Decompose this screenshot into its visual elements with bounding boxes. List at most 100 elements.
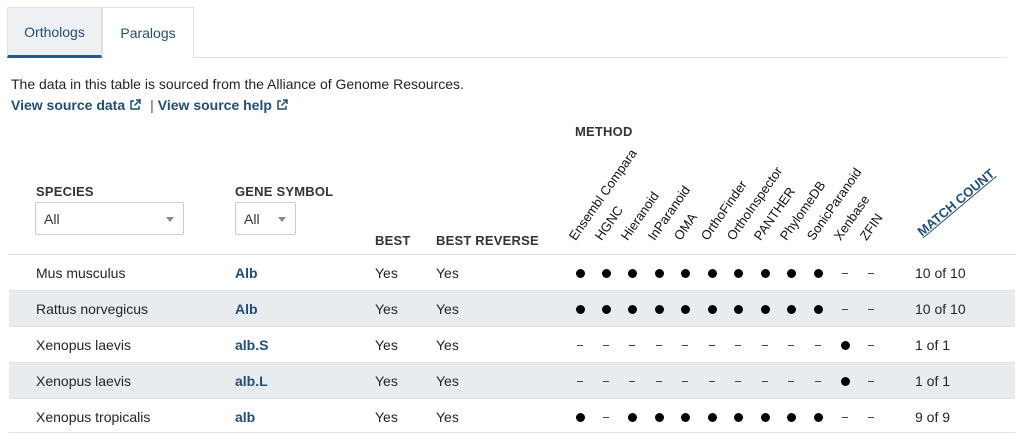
intro-text: The data in this table is sourced from t… <box>11 76 464 92</box>
method-cell <box>599 363 613 399</box>
method-cell <box>731 291 745 327</box>
gene-symbol-link[interactable]: alb.S <box>235 337 268 353</box>
method-cell <box>811 327 825 363</box>
method-cell <box>811 255 825 291</box>
method-cell <box>573 399 587 435</box>
gene-symbol-link[interactable]: alb <box>235 409 255 425</box>
best-cell: Yes <box>375 409 398 425</box>
view-source-help-link[interactable]: View source help <box>158 97 288 113</box>
method-header: METHOD <box>575 124 633 139</box>
species-filter-select[interactable]: All <box>35 202 184 235</box>
match-dot-icon <box>627 305 637 314</box>
match-dot-icon <box>813 305 823 314</box>
best-header: BEST <box>375 233 411 248</box>
method-cell <box>838 255 852 291</box>
best-cell: Yes <box>375 301 398 317</box>
species-cell: Rattus norvegicus <box>36 301 149 317</box>
method-cell <box>678 327 692 363</box>
no-match-dash-icon <box>842 417 848 418</box>
gene-symbol-header: GENE SYMBOL <box>235 184 334 199</box>
method-cell <box>811 363 825 399</box>
table-row: Xenopus tropicalis alb Yes Yes 9 of 9 <box>9 398 1015 434</box>
method-cell <box>731 363 745 399</box>
no-match-dash-icon <box>735 381 741 382</box>
species-cell: Xenopus laevis <box>36 373 131 389</box>
match-dot-icon <box>680 305 690 314</box>
method-cell <box>599 291 613 327</box>
no-match-dash-icon <box>788 381 794 382</box>
method-cell <box>678 291 692 327</box>
no-match-dash-icon <box>682 381 688 382</box>
no-match-dash-icon <box>868 273 874 274</box>
no-match-dash-icon <box>577 345 583 346</box>
method-cell <box>864 327 878 363</box>
match-dot-icon <box>707 413 717 422</box>
gene-symbol-link[interactable]: Alb <box>235 301 258 317</box>
best-cell: Yes <box>375 337 398 353</box>
method-cell <box>625 327 639 363</box>
match-dot-icon <box>627 269 637 278</box>
method-cell <box>784 291 798 327</box>
gene-symbol-link[interactable]: Alb <box>235 265 258 281</box>
match-dot-icon <box>840 341 850 350</box>
match-count-cell: 1 of 1 <box>915 337 951 353</box>
method-cell <box>784 363 798 399</box>
no-match-dash-icon <box>629 345 635 346</box>
best-cell: Yes <box>375 373 398 389</box>
tab-bar: Orthologs Paralogs <box>7 7 1006 58</box>
method-cell <box>811 291 825 327</box>
tab-orthologs[interactable]: Orthologs <box>7 7 102 58</box>
no-match-dash-icon <box>709 381 715 382</box>
match-dot-icon <box>760 269 770 278</box>
no-match-dash-icon <box>709 345 715 346</box>
no-match-dash-icon <box>656 345 662 346</box>
match-dot-icon <box>680 269 690 278</box>
match-dot-icon <box>654 269 664 278</box>
method-cell <box>599 399 613 435</box>
method-cell <box>573 363 587 399</box>
method-cell <box>864 255 878 291</box>
method-cell <box>599 255 613 291</box>
method-cell <box>652 399 666 435</box>
no-match-dash-icon <box>762 345 768 346</box>
view-source-data-label: View source data <box>11 97 126 113</box>
method-cell <box>625 363 639 399</box>
species-cell: Xenopus laevis <box>36 337 131 353</box>
tab-paralogs[interactable]: Paralogs <box>102 7 194 58</box>
match-dot-icon <box>575 305 585 314</box>
method-cell <box>838 399 852 435</box>
gene-symbol-link[interactable]: alb.L <box>235 373 268 389</box>
best-reverse-cell: Yes <box>436 265 459 281</box>
no-match-dash-icon <box>868 381 874 382</box>
no-match-dash-icon <box>788 345 794 346</box>
method-cell <box>705 399 719 435</box>
gene-symbol-filter-select[interactable]: All <box>235 202 296 235</box>
method-cell <box>811 399 825 435</box>
species-cell: Mus musculus <box>36 265 126 281</box>
no-match-dash-icon <box>842 273 848 274</box>
method-cell <box>758 399 772 435</box>
method-cell <box>864 363 878 399</box>
method-cell <box>705 327 719 363</box>
match-dot-icon <box>654 305 664 314</box>
no-match-dash-icon <box>603 417 609 418</box>
method-cell <box>652 291 666 327</box>
match-dot-icon <box>601 305 611 314</box>
method-cell <box>784 399 798 435</box>
match-count-header[interactable]: MATCH COUNT <box>914 166 997 239</box>
no-match-dash-icon <box>868 345 874 346</box>
method-cell <box>678 255 692 291</box>
view-source-data-link[interactable]: View source data <box>11 97 141 113</box>
match-count-cell: 1 of 1 <box>915 373 951 389</box>
best-reverse-cell: Yes <box>436 301 459 317</box>
match-dot-icon <box>707 269 717 278</box>
method-cell <box>731 327 745 363</box>
no-match-dash-icon <box>577 381 583 382</box>
method-cell <box>838 291 852 327</box>
method-cell <box>758 255 772 291</box>
best-cell: Yes <box>375 265 398 281</box>
no-match-dash-icon <box>868 309 874 310</box>
species-filter-value: All <box>44 210 60 227</box>
chevron-down-icon <box>166 217 174 222</box>
best-reverse-cell: Yes <box>436 373 459 389</box>
